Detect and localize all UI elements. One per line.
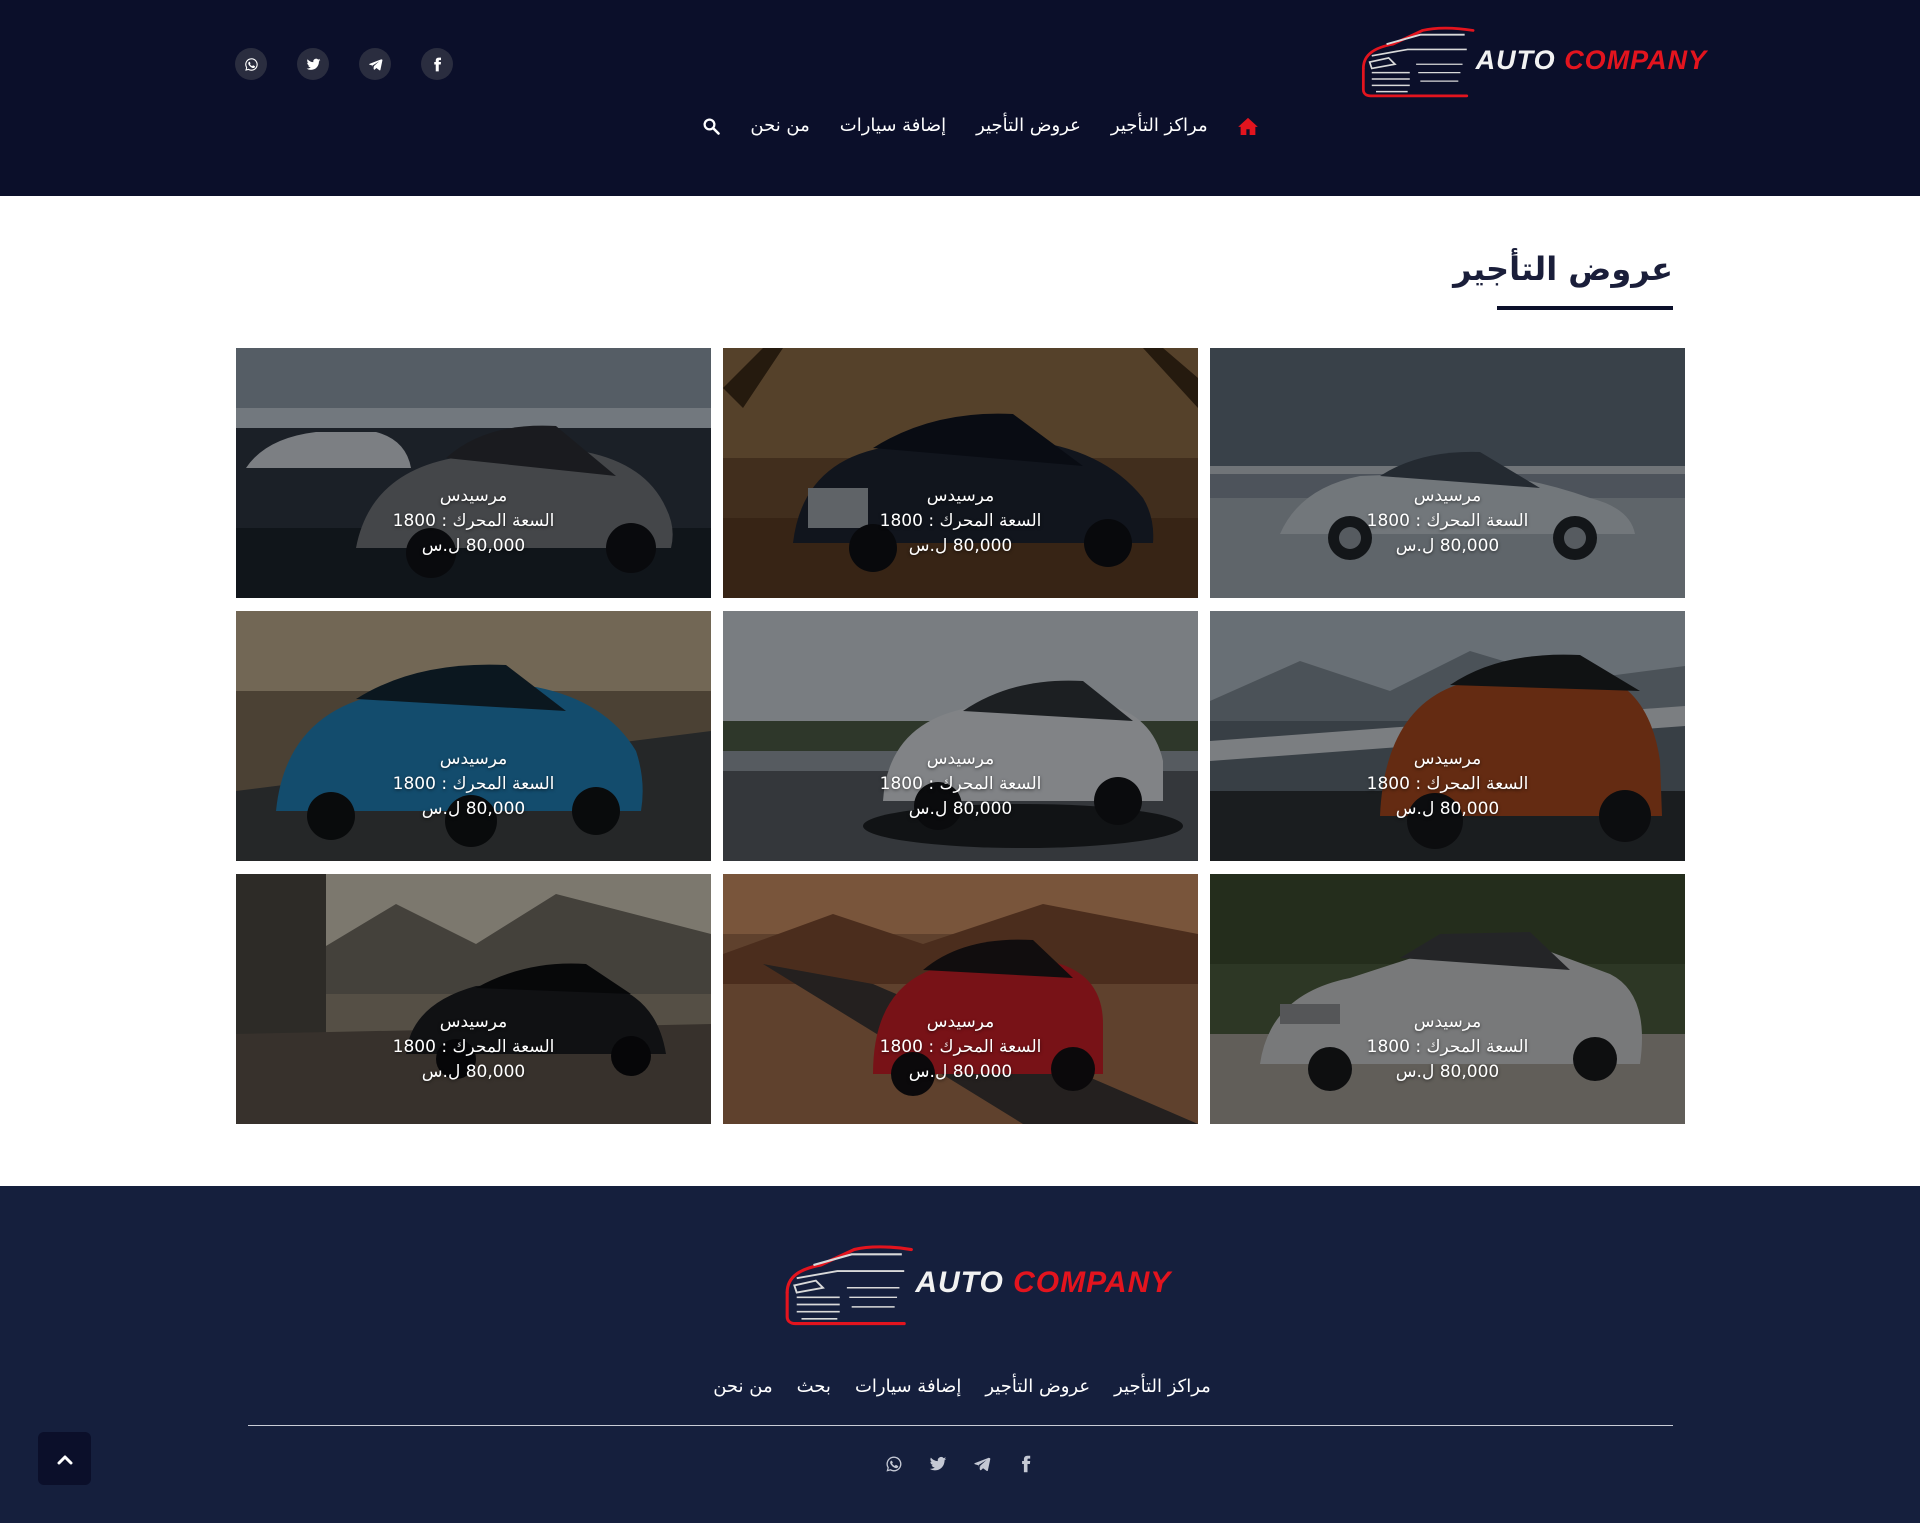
footer-link-about[interactable]: من نحن [713, 1376, 772, 1397]
offer-card[interactable]: مرسيدس السعة المحرك : 1800 80,000 ل.س [1210, 874, 1685, 1124]
card-overlay [236, 348, 711, 598]
facebook-icon [433, 57, 441, 71]
car-engine: السعة المحرك : 1800 [392, 511, 555, 531]
card-info: مرسيدس السعة المحرك : 1800 80,000 ل.س [1210, 747, 1685, 822]
footer-link-rental-offers[interactable]: عروض التأجير [985, 1376, 1090, 1397]
card-info: مرسيدس السعة المحرك : 1800 80,000 ل.س [1210, 484, 1685, 559]
offer-card[interactable]: مرسيدس السعة المحرك : 1800 80,000 ل.س [1210, 611, 1685, 861]
search-icon [703, 118, 721, 135]
card-info: مرسيدس السعة المحرك : 1800 80,000 ل.س [236, 747, 711, 822]
car-engine: السعة المحرك : 1800 [392, 774, 555, 794]
title-underline [1497, 306, 1673, 310]
offer-card[interactable]: مرسيدس السعة المحرك : 1800 80,000 ل.س [236, 611, 711, 861]
back-to-top-button[interactable] [38, 1432, 91, 1485]
header-social-links [235, 48, 453, 80]
nav-item-about[interactable]: من نحن [750, 115, 809, 136]
offer-card[interactable]: مرسيدس السعة المحرك : 1800 80,000 ل.س [236, 348, 711, 598]
offers-grid: مرسيدس السعة المحرك : 1800 80,000 ل.س مر… [235, 348, 1685, 1124]
telegram-icon [368, 58, 382, 70]
twitter-link[interactable] [297, 48, 329, 80]
footer-divider [248, 1425, 1673, 1426]
car-engine: السعة المحرك : 1800 [392, 1037, 555, 1057]
nav-search[interactable] [702, 117, 721, 135]
telegram-link[interactable] [359, 48, 391, 80]
offer-card[interactable]: مرسيدس السعة المحرك : 1800 80,000 ل.س [1210, 348, 1685, 598]
nav-home[interactable] [1237, 117, 1258, 135]
card-overlay [1210, 611, 1685, 861]
facebook-icon [1022, 1455, 1031, 1473]
car-name: مرسيدس [1413, 486, 1482, 506]
card-info: مرسيدس السعة المحرك : 1800 80,000 ل.س [723, 1010, 1198, 1085]
car-name: مرسيدس [1413, 749, 1482, 769]
card-info: مرسيدس السعة المحرك : 1800 80,000 ل.س [723, 747, 1198, 822]
car-price: 80,000 ل.س [908, 1062, 1013, 1082]
car-engine: السعة المحرك : 1800 [879, 774, 1042, 794]
car-name: مرسيدس [439, 1012, 508, 1032]
offer-card[interactable]: مرسيدس السعة المحرك : 1800 80,000 ل.س [723, 874, 1198, 1124]
footer-link-rental-centers[interactable]: مراكز التأجير [1114, 1376, 1211, 1397]
footer-nav: مراكز التأجير عروض التأجير إضافة سيارات … [0, 1376, 1920, 1397]
nav-item-rental-centers[interactable]: مراكز التأجير [1111, 115, 1208, 136]
car-name: مرسيدس [439, 486, 508, 506]
footer-logo[interactable]: AUTO COMPANY [780, 1240, 1170, 1326]
car-logo-icon [1361, 26, 1475, 98]
car-name: مرسيدس [926, 486, 995, 506]
footer-link-add-cars[interactable]: إضافة سيارات [855, 1376, 961, 1397]
footer-social-links [0, 1454, 1920, 1474]
car-name: مرسيدس [926, 1012, 995, 1032]
car-logo-icon [785, 1245, 913, 1326]
footer-link-search[interactable]: بحث [797, 1376, 831, 1397]
car-price: 80,000 ل.س [421, 536, 526, 556]
chevron-up-icon [57, 1455, 72, 1464]
footer-whatsapp-link[interactable] [884, 1454, 904, 1474]
car-name: مرسيدس [926, 749, 995, 769]
main-nav: مراكز التأجير عروض التأجير إضافة سيارات … [0, 115, 1920, 136]
car-price: 80,000 ل.س [421, 1062, 526, 1082]
twitter-icon [929, 1456, 947, 1471]
whatsapp-icon [244, 57, 258, 71]
car-price: 80,000 ل.س [908, 799, 1013, 819]
logo-wordmark: AUTO COMPANY [1475, 44, 1708, 75]
card-info: مرسيدس السعة المحرك : 1800 80,000 ل.س [236, 484, 711, 559]
card-info: مرسيدس السعة المحرك : 1800 80,000 ل.س [236, 1010, 711, 1085]
card-overlay [236, 874, 711, 1124]
car-engine: السعة المحرك : 1800 [879, 511, 1042, 531]
card-info: مرسيدس السعة المحرك : 1800 80,000 ل.س [1210, 1010, 1685, 1085]
offer-card[interactable]: مرسيدس السعة المحرك : 1800 80,000 ل.س [723, 611, 1198, 861]
car-name: مرسيدس [1413, 1012, 1482, 1032]
car-name: مرسيدس [439, 749, 508, 769]
card-info: مرسيدس السعة المحرك : 1800 80,000 ل.س [723, 484, 1198, 559]
card-overlay [236, 611, 711, 861]
card-overlay [1210, 348, 1685, 598]
car-engine: السعة المحرك : 1800 [1366, 511, 1529, 531]
facebook-link[interactable] [421, 48, 453, 80]
car-engine: السعة المحرك : 1800 [879, 1037, 1042, 1057]
telegram-icon [974, 1457, 991, 1472]
whatsapp-icon [886, 1456, 902, 1472]
footer-twitter-link[interactable] [928, 1454, 948, 1474]
car-price: 80,000 ل.س [908, 536, 1013, 556]
twitter-icon [306, 58, 320, 70]
card-overlay [723, 874, 1198, 1124]
site-logo[interactable]: AUTO COMPANY [1357, 22, 1706, 98]
car-price: 80,000 ل.س [421, 799, 526, 819]
car-engine: السعة المحرك : 1800 [1366, 1037, 1529, 1057]
offer-card[interactable]: مرسيدس السعة المحرك : 1800 80,000 ل.س [236, 874, 711, 1124]
card-overlay [1210, 874, 1685, 1124]
logo-wordmark: AUTO COMPANY [915, 1266, 1172, 1299]
card-overlay [723, 611, 1198, 861]
car-price: 80,000 ل.س [1395, 1062, 1500, 1082]
nav-item-add-cars[interactable]: إضافة سيارات [840, 115, 946, 136]
car-price: 80,000 ل.س [1395, 536, 1500, 556]
car-engine: السعة المحرك : 1800 [1366, 774, 1529, 794]
car-price: 80,000 ل.س [1395, 799, 1500, 819]
page-title: عروض التأجير [1453, 250, 1673, 288]
whatsapp-link[interactable] [235, 48, 267, 80]
home-icon [1237, 117, 1258, 135]
nav-item-rental-offers[interactable]: عروض التأجير [976, 115, 1081, 136]
card-overlay [723, 348, 1198, 598]
footer-facebook-link[interactable] [1016, 1454, 1036, 1474]
footer-telegram-link[interactable] [972, 1454, 992, 1474]
offer-card[interactable]: مرسيدس السعة المحرك : 1800 80,000 ل.س [723, 348, 1198, 598]
